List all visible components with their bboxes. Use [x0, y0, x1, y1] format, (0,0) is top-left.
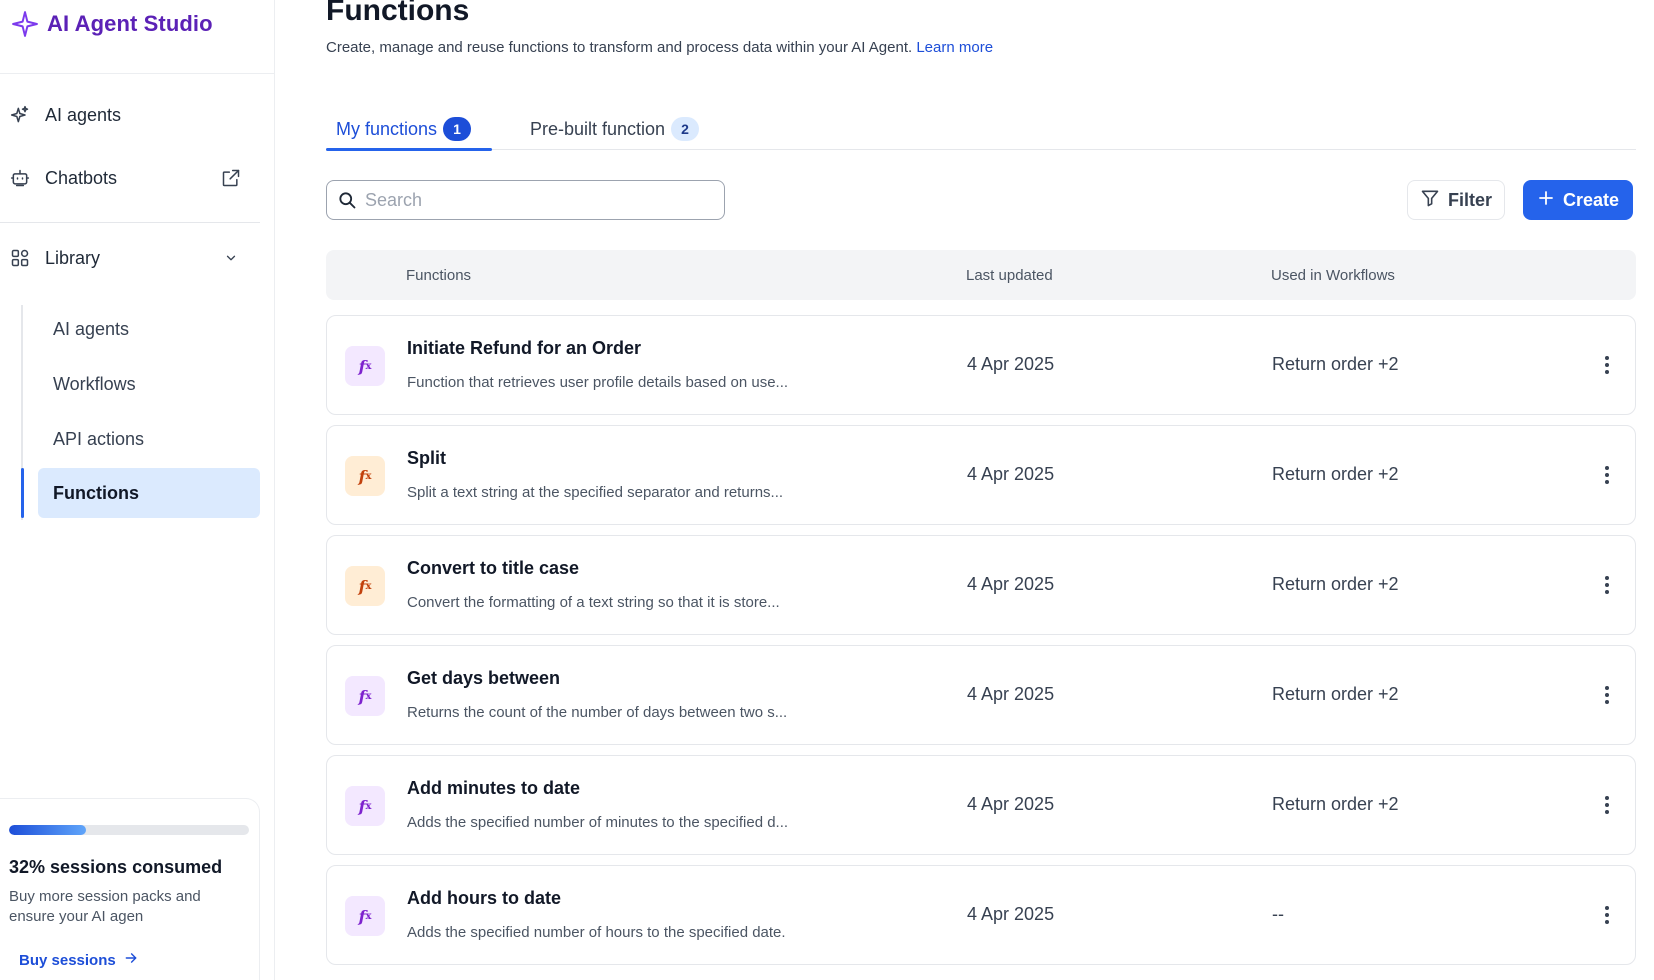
filter-icon — [1420, 188, 1440, 213]
library-item-workflows[interactable]: Workflows — [38, 359, 260, 409]
sidebar: AI Agent Studio AI agents Chatbots Libra… — [0, 0, 275, 980]
function-description: Split a text string at the specified sep… — [407, 484, 784, 501]
used-in-workflows: Return order +2 — [1272, 464, 1399, 484]
last-updated: 4 Apr 2025 — [967, 464, 1055, 484]
more-options-icon[interactable] — [1592, 570, 1622, 600]
sidebar-item-label: Chatbots — [45, 167, 118, 188]
learn-more-link[interactable]: Learn more — [916, 39, 993, 56]
main-content: Functions Create, manage and reuse funct… — [326, 0, 1636, 980]
usage-description: Buy more session packs and ensure your A… — [9, 888, 201, 925]
divider — [0, 73, 274, 74]
column-header-used-in-workflows: Used in Workflows — [1271, 266, 1395, 284]
search-icon — [337, 190, 357, 210]
brand[interactable]: AI Agent Studio — [12, 8, 213, 40]
table-row[interactable]: f x Initiate Refund for an Order Function t… — [326, 315, 1636, 415]
bot-icon — [10, 168, 30, 188]
column-header-functions: Functions — [406, 266, 472, 284]
table-header: Functions Last updated Used in Workflows — [326, 250, 1636, 300]
sparkles-icon — [10, 105, 30, 125]
brand-name: AI Agent Studio — [47, 11, 213, 36]
last-updated: 4 Apr 2025 — [967, 574, 1055, 594]
submenu-active-indicator — [21, 468, 24, 518]
sidebar-item-chatbots[interactable]: Chatbots — [0, 158, 260, 198]
arrow-right-icon — [124, 951, 138, 969]
used-in-workflows: Return order +2 — [1272, 794, 1399, 814]
function-description: Adds the specified number of hours to th… — [407, 924, 786, 941]
sidebar-item-library[interactable]: Library — [0, 238, 260, 278]
grid-icon — [10, 248, 30, 268]
function-description: Convert the formatting of a text string … — [407, 594, 780, 611]
external-link-icon[interactable] — [220, 167, 242, 189]
table-row[interactable]: f x Convert to title case Convert the forma… — [326, 535, 1636, 635]
buy-sessions-label: Buy sessions — [19, 951, 116, 969]
last-updated: 4 Apr 2025 — [967, 904, 1055, 924]
table-row[interactable]: f x Add hours to date Adds the specified nu… — [326, 865, 1636, 965]
tab-label: My functions — [336, 118, 438, 139]
table-row[interactable]: f x Add minutes to date Adds the specified … — [326, 755, 1636, 855]
more-options-icon[interactable] — [1592, 680, 1622, 710]
function-icon: fx — [345, 786, 385, 826]
last-updated: 4 Apr 2025 — [967, 794, 1055, 814]
create-button[interactable]: Create — [1523, 180, 1633, 220]
usage-title: 32% sessions consumed — [9, 857, 223, 877]
filter-button[interactable]: Filter — [1407, 180, 1505, 220]
function-name[interactable]: Initiate Refund for an Order — [407, 338, 641, 359]
tab-count-badge: 1 — [443, 117, 472, 141]
tab-pre-built-function[interactable]: Pre-built function 2 — [530, 108, 700, 150]
library-item-ai-agents[interactable]: AI agents — [38, 304, 260, 354]
used-in-workflows: Return order +2 — [1272, 684, 1399, 704]
more-options-icon[interactable] — [1592, 900, 1622, 930]
table-row[interactable]: f x Split Split a text string at the specif… — [326, 425, 1636, 525]
function-name[interactable]: Add hours to date — [407, 888, 561, 909]
more-options-icon[interactable] — [1592, 790, 1622, 820]
function-icon: fx — [345, 676, 385, 716]
app-root: AI Agent Studio AI agents Chatbots Libra… — [0, 0, 1654, 980]
sparkle-icon — [12, 11, 38, 37]
tab-label: Pre-built function — [530, 118, 666, 139]
tab-count-badge: 2 — [671, 117, 700, 141]
page-title: Functions — [326, 0, 470, 27]
function-description: Function that retrieves user profile det… — [407, 374, 789, 391]
function-icon: fx — [345, 566, 385, 606]
function-description: Adds the specified number of minutes to … — [407, 814, 789, 831]
filter-label: Filter — [1447, 189, 1492, 210]
create-label: Create — [1562, 189, 1620, 210]
plus-icon — [1537, 189, 1555, 212]
used-in-workflows: Return order +2 — [1272, 354, 1399, 374]
usage-card: 32% sessions consumed Buy more session p… — [0, 798, 260, 980]
search-input[interactable] — [365, 183, 715, 217]
sidebar-item-ai-agents[interactable]: AI agents — [0, 95, 260, 135]
last-updated: 4 Apr 2025 — [967, 354, 1055, 374]
function-icon: fx — [345, 456, 385, 496]
sidebar-item-label: Library — [45, 247, 101, 268]
buy-sessions-link[interactable]: Buy sessions — [19, 951, 138, 969]
more-options-icon[interactable] — [1592, 350, 1622, 380]
page-description-text: Create, manage and reuse functions to tr… — [326, 39, 913, 56]
chevron-down-icon[interactable] — [220, 247, 242, 269]
usage-progress-bar — [9, 825, 249, 835]
function-description: Returns the count of the number of days … — [407, 704, 788, 721]
function-icon: fx — [345, 346, 385, 386]
function-name[interactable]: Add minutes to date — [407, 778, 580, 799]
tab-bar: My functions 1 Pre-built function 2 — [326, 108, 1636, 151]
function-name[interactable]: Convert to title case — [407, 558, 579, 579]
last-updated: 4 Apr 2025 — [967, 684, 1055, 704]
library-item-functions[interactable]: Functions — [38, 468, 260, 518]
tab-my-functions[interactable]: My functions 1 — [326, 108, 492, 151]
library-item-api-actions[interactable]: API actions — [38, 414, 260, 464]
function-name[interactable]: Split — [407, 448, 446, 469]
page-description: Create, manage and reuse functions to tr… — [326, 39, 993, 56]
function-icon: fx — [345, 896, 385, 936]
used-in-workflows: -- — [1272, 904, 1284, 924]
table-row[interactable]: f x Get days between Returns the count of t… — [326, 645, 1636, 745]
usage-progress-fill — [9, 825, 86, 835]
used-in-workflows: Return order +2 — [1272, 574, 1399, 594]
function-name[interactable]: Get days between — [407, 668, 560, 689]
more-options-icon[interactable] — [1592, 460, 1622, 490]
function-list: f x Initiate Refund for an Order Function t… — [326, 315, 1636, 975]
column-header-last-updated: Last updated — [966, 266, 1053, 284]
search-box — [326, 180, 725, 220]
divider — [0, 222, 260, 223]
sidebar-item-label: AI agents — [45, 104, 122, 125]
